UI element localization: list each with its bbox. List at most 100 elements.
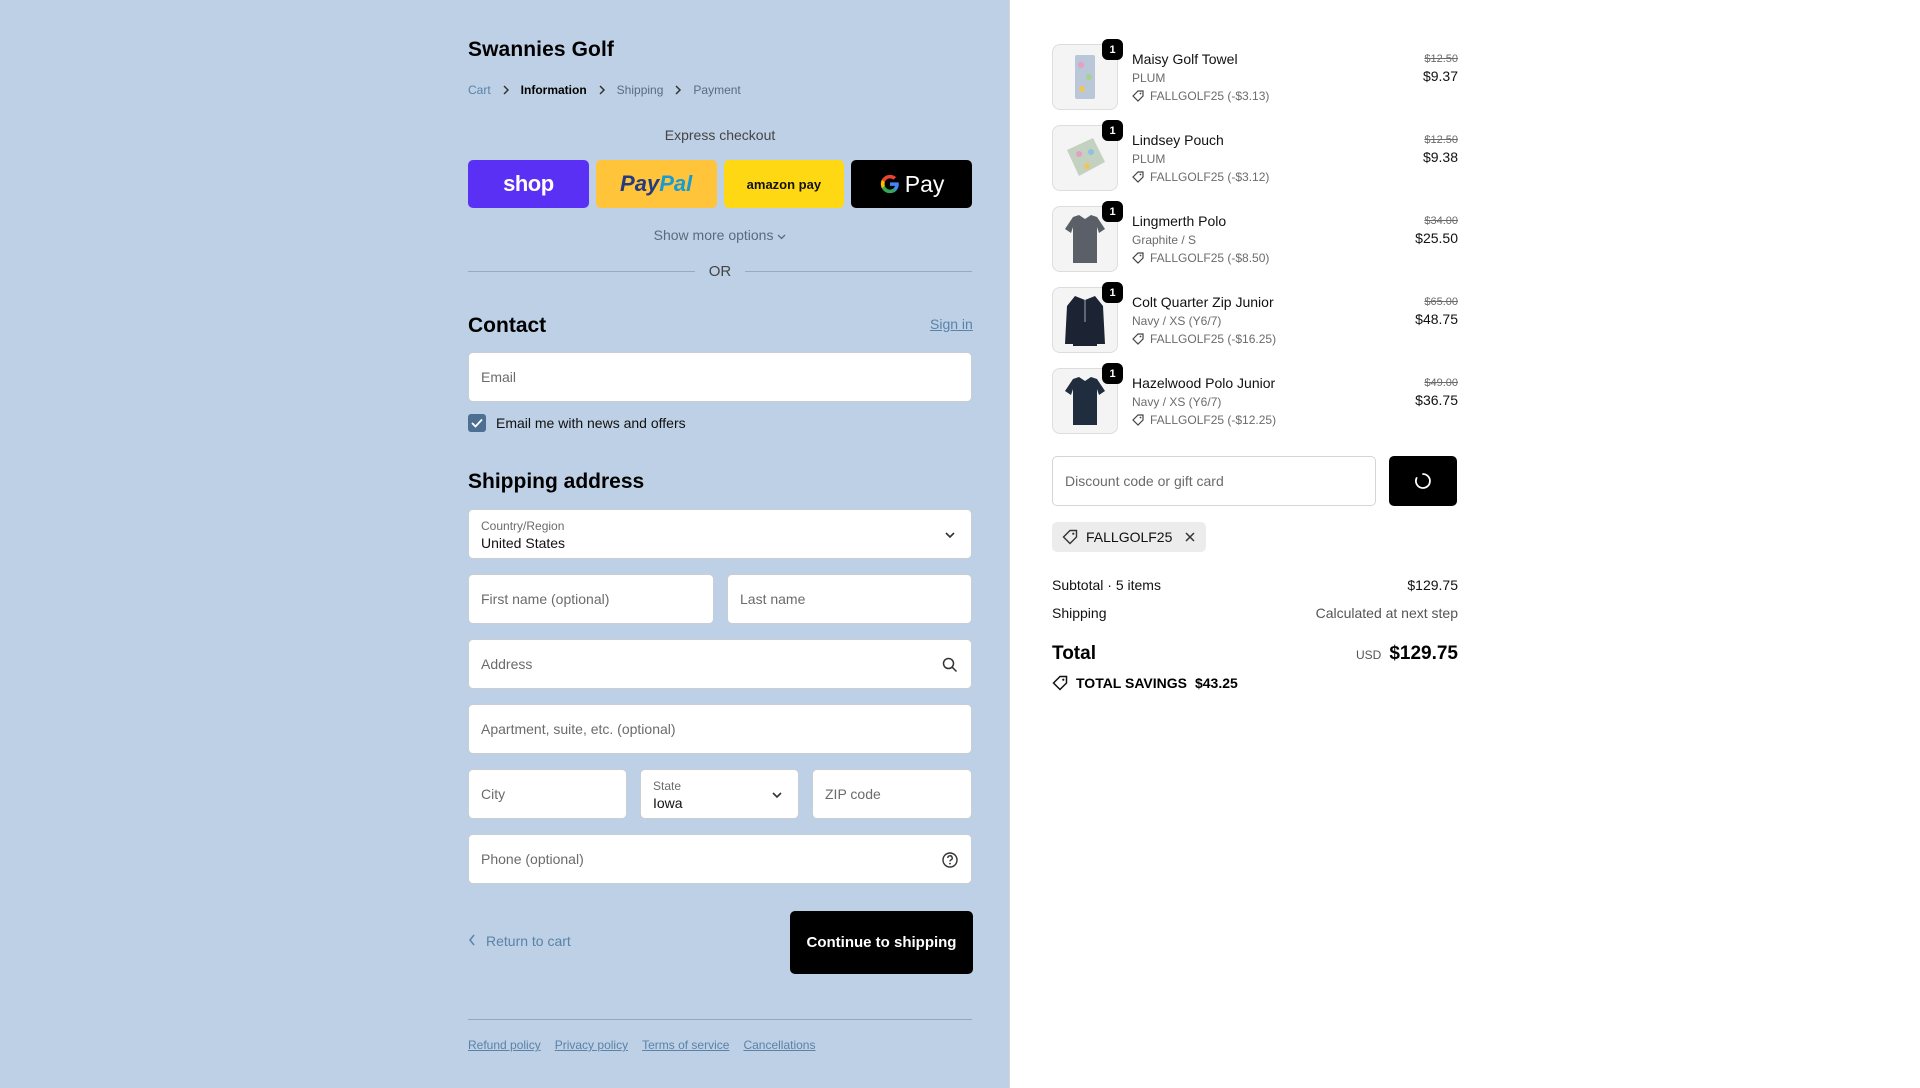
return-to-cart-link[interactable]: Return to cart	[468, 933, 571, 949]
item-name: Colt Quarter Zip Junior	[1132, 294, 1274, 310]
spinner-icon	[1415, 473, 1431, 489]
apply-discount-button[interactable]	[1389, 456, 1457, 506]
subtotal-row: Subtotal · 5 items $129.75	[1052, 577, 1458, 593]
express-buttons: shop Pay Pal amazon pay Pay	[468, 160, 972, 208]
state-value: Iowa	[653, 795, 683, 811]
item-name: Lingmerth Polo	[1132, 213, 1227, 229]
chevron-down-icon	[777, 227, 786, 243]
tag-icon	[1132, 90, 1144, 102]
quantity-badge: 1	[1102, 282, 1123, 303]
breadcrumb-cart[interactable]: Cart	[468, 83, 491, 97]
refund-policy-link[interactable]: Refund policy	[468, 1038, 541, 1052]
city-field[interactable]: City	[468, 769, 627, 819]
item-price: $48.75	[1415, 311, 1458, 327]
sign-in-link[interactable]: Sign in	[930, 316, 973, 332]
quantity-badge: 1	[1102, 201, 1123, 222]
checkmark-icon	[471, 418, 483, 428]
line-item: 1 Hazelwood Polo Junior Navy / XS (Y6/7)…	[1052, 363, 1458, 434]
item-price: $36.75	[1415, 392, 1458, 408]
email-field[interactable]: Email	[468, 352, 972, 402]
footer-links: Refund policy Privacy policy Terms of se…	[468, 1038, 815, 1052]
item-original-price: $49.00	[1424, 377, 1458, 389]
search-icon	[941, 656, 959, 674]
quantity-badge: 1	[1102, 39, 1123, 60]
breadcrumb-payment: Payment	[693, 83, 741, 97]
item-discount: FALLGOLF25 (-$8.50)	[1132, 251, 1269, 265]
store-name[interactable]: Swannies Golf	[468, 38, 614, 62]
item-discount-text: FALLGOLF25 (-$3.13)	[1150, 89, 1270, 103]
item-price: $9.38	[1422, 149, 1458, 165]
zip-field[interactable]: ZIP code	[812, 769, 972, 819]
shop-pay-label: shop	[503, 171, 554, 196]
apartment-field[interactable]: Apartment, suite, etc. (optional)	[468, 704, 972, 754]
zip-placeholder: ZIP code	[825, 786, 881, 802]
item-discount-text: FALLGOLF25 (-$12.25)	[1150, 413, 1277, 427]
apartment-placeholder: Apartment, suite, etc. (optional)	[481, 721, 676, 737]
item-price: $25.50	[1415, 230, 1458, 246]
product-image: 1	[1052, 39, 1123, 110]
line-item: 1 Lindsey Pouch PLUM FALLGOLF25 (-$3.12)…	[1052, 120, 1458, 191]
chevron-right-icon	[501, 85, 511, 95]
close-icon[interactable]	[1184, 531, 1196, 543]
shipping-value: Calculated at next step	[1315, 605, 1458, 621]
news-checkbox-label: Email me with news and offers	[496, 415, 686, 431]
total-label: Total	[1052, 643, 1096, 664]
item-discount: FALLGOLF25 (-$3.12)	[1132, 170, 1269, 184]
applied-discount-code: FALLGOLF25	[1086, 529, 1173, 545]
tag-icon	[1132, 252, 1144, 264]
total-currency: USD	[1355, 648, 1382, 662]
phone-field[interactable]: Phone (optional)	[468, 834, 972, 884]
last-name-field[interactable]: Last name	[727, 574, 972, 624]
item-variant: PLUM	[1132, 152, 1166, 166]
express-checkout-title: Express checkout	[664, 127, 776, 143]
item-discount-text: FALLGOLF25 (-$16.25)	[1150, 332, 1277, 346]
amazon-pay-button[interactable]: amazon pay	[723, 160, 845, 208]
first-name-field[interactable]: First name (optional)	[468, 574, 714, 624]
state-label: State	[653, 779, 682, 793]
discount-code-input[interactable]: Discount code or gift card	[1052, 456, 1376, 506]
item-discount-text: FALLGOLF25 (-$8.50)	[1150, 251, 1270, 265]
paypal-label-b: Pal	[659, 171, 693, 196]
quantity-badge: 1	[1102, 120, 1123, 141]
footer-divider	[468, 1019, 972, 1020]
shop-pay-button[interactable]: shop	[468, 160, 589, 208]
or-divider: OR	[468, 263, 972, 280]
tag-icon	[1132, 171, 1144, 183]
line-item: 1 Colt Quarter Zip Junior Navy / XS (Y6/…	[1052, 282, 1458, 353]
first-name-placeholder: First name (optional)	[481, 591, 610, 607]
terms-of-service-link[interactable]: Terms of service	[642, 1038, 729, 1052]
item-original-price: $12.50	[1424, 53, 1458, 65]
news-checkbox[interactable]	[468, 414, 486, 432]
item-variant: Navy / XS (Y6/7)	[1132, 395, 1222, 409]
item-discount: FALLGOLF25 (-$12.25)	[1132, 413, 1276, 427]
news-checkbox-row[interactable]: Email me with news and offers	[468, 414, 686, 432]
item-discount: FALLGOLF25 (-$16.25)	[1132, 332, 1276, 346]
paypal-button[interactable]: Pay Pal	[595, 160, 717, 208]
state-select[interactable]: State Iowa	[640, 769, 799, 819]
item-discount: FALLGOLF25 (-$3.13)	[1132, 89, 1269, 103]
tag-icon	[1132, 414, 1144, 426]
cancellations-link[interactable]: Cancellations	[743, 1038, 815, 1052]
city-placeholder: City	[481, 786, 506, 802]
address-placeholder: Address	[481, 656, 533, 672]
savings-value: $43.25	[1194, 675, 1238, 691]
show-more-options-link[interactable]: Show more options	[468, 227, 972, 243]
google-pay-label: Pay	[904, 170, 945, 197]
shipping-label: Shipping	[1052, 605, 1107, 621]
item-name: Lindsey Pouch	[1132, 132, 1224, 148]
item-name: Maisy Golf Towel	[1132, 51, 1238, 67]
address-field[interactable]: Address	[468, 639, 972, 689]
country-select[interactable]: Country/Region United States	[468, 509, 972, 559]
privacy-policy-link[interactable]: Privacy policy	[555, 1038, 628, 1052]
quantity-badge: 1	[1102, 363, 1123, 384]
divider-line	[745, 271, 972, 272]
item-discount-text: FALLGOLF25 (-$3.12)	[1150, 170, 1270, 184]
google-pay-button[interactable]: Pay	[851, 160, 972, 208]
tag-icon	[1062, 529, 1078, 545]
continue-to-shipping-button[interactable]: Continue to shipping	[790, 911, 973, 974]
item-price: $9.37	[1422, 68, 1458, 84]
or-label: OR	[708, 263, 732, 280]
help-icon[interactable]	[941, 851, 959, 869]
country-value: United States	[481, 535, 566, 551]
return-to-cart-label: Return to cart	[486, 933, 571, 949]
